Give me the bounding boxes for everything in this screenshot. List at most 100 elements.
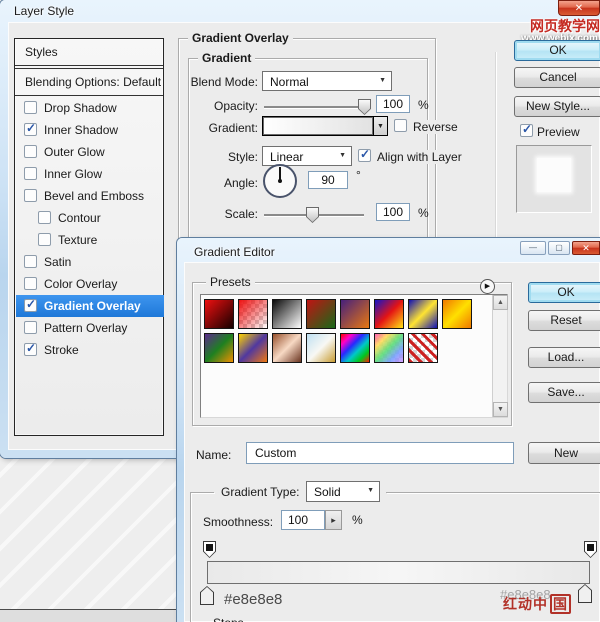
watermark-red-stamp: 红动中国: [503, 594, 571, 614]
gradient-preset-chrome-gold[interactable]: [306, 333, 336, 363]
checked-checkbox-icon[interactable]: [24, 123, 37, 136]
angle-center-dot: [278, 179, 282, 183]
gradient-overlay-group-title: Gradient Overlay: [188, 31, 293, 45]
unchecked-checkbox-icon[interactable]: [24, 145, 37, 158]
unchecked-checkbox-icon[interactable]: [24, 101, 37, 114]
gradient-swatch[interactable]: [262, 116, 374, 136]
unchecked-checkbox-icon[interactable]: [38, 211, 51, 224]
gradient-preset-red-to-black[interactable]: [204, 299, 234, 329]
gradient-type-dropdown[interactable]: Solid: [306, 481, 380, 502]
group-line: [190, 492, 191, 622]
unchecked-checkbox-icon[interactable]: [24, 167, 37, 180]
presets-scrollbar[interactable]: ▲ ▼: [492, 295, 507, 417]
gradient-preset-copper[interactable]: [272, 333, 302, 363]
smoothness-unit: %: [352, 513, 363, 527]
opacity-label: Opacity:: [150, 99, 258, 113]
new-button[interactable]: New: [528, 442, 600, 464]
style-item-bevel-and-emboss[interactable]: Bevel and Emboss: [16, 185, 164, 207]
style-dropdown[interactable]: Linear: [262, 146, 352, 166]
cancel-button[interactable]: Cancel: [514, 67, 600, 88]
unchecked-checkbox-icon[interactable]: [38, 233, 51, 246]
style-item-texture[interactable]: Texture: [16, 229, 164, 251]
gradient-preset-red-to-green[interactable]: [306, 299, 336, 329]
style-item-outer-glow[interactable]: Outer Glow: [16, 141, 164, 163]
save-button[interactable]: Save...: [528, 382, 600, 403]
preview-label: Preview: [537, 125, 580, 139]
style-item-drop-shadow[interactable]: Drop Shadow: [16, 97, 164, 119]
angle-input[interactable]: 90: [308, 171, 348, 189]
style-item-color-overlay[interactable]: Color Overlay: [16, 273, 164, 295]
checked-checkbox-icon[interactable]: [24, 343, 37, 356]
gradient-preset-violet-to-orange[interactable]: [340, 299, 370, 329]
align-with-layer-checkbox[interactable]: [358, 149, 371, 162]
gradient-editor-window: Gradient Editor — ▢ ✕ Presets ▶ ▲ ▼ Name…: [177, 238, 600, 622]
blend-mode-dropdown[interactable]: Normal: [262, 71, 392, 91]
gradient-preset-black-to-white[interactable]: [272, 299, 302, 329]
name-input[interactable]: Custom: [246, 442, 514, 464]
scale-label: Scale:: [150, 207, 258, 221]
unchecked-checkbox-icon[interactable]: [24, 277, 37, 290]
style-item-label: Outer Glow: [44, 145, 105, 159]
style-item-label: Bevel and Emboss: [44, 189, 144, 203]
styles-list: Drop Shadow Inner Shadow Outer Glow Inner G…: [15, 39, 165, 437]
gradient-preset-pastel-rainbow-transparent[interactable]: [374, 333, 404, 363]
checked-checkbox-icon[interactable]: [24, 299, 37, 312]
blend-mode-label: Blend Mode:: [150, 75, 258, 89]
gradient-preset-spectrum[interactable]: [340, 333, 370, 363]
gradient-preset-blue-red-yellow[interactable]: [374, 299, 404, 329]
align-with-layer-label: Align with Layer: [375, 150, 464, 164]
gradient-preset-blue-yellow-blue[interactable]: [408, 299, 438, 329]
style-item-satin[interactable]: Satin: [16, 251, 164, 273]
style-item-pattern-overlay[interactable]: Pattern Overlay: [16, 317, 164, 339]
gradient-swatch-arrow[interactable]: ▼: [373, 116, 388, 136]
ok-button[interactable]: OK: [528, 282, 600, 303]
style-item-label: Texture: [58, 233, 97, 247]
gradient-preset-violet-green-orange[interactable]: [204, 333, 234, 363]
style-item-label: Inner Shadow: [44, 123, 118, 137]
maximize-icon[interactable]: ▢: [548, 241, 570, 255]
gradient-preset-orange-yellow-orange[interactable]: [442, 299, 472, 329]
style-item-contour[interactable]: Contour: [16, 207, 164, 229]
unchecked-checkbox-icon[interactable]: [24, 321, 37, 334]
ok-button[interactable]: OK: [514, 40, 600, 61]
angle-dial[interactable]: [263, 164, 297, 198]
new-style-button[interactable]: New Style...: [514, 96, 600, 117]
smoothness-input[interactable]: 100: [281, 510, 325, 530]
load-button[interactable]: Load...: [528, 347, 600, 368]
scroll-up-icon[interactable]: ▲: [493, 295, 508, 310]
gradient-bar[interactable]: [207, 561, 590, 584]
minimize-icon[interactable]: —: [520, 241, 546, 255]
gradient-preset-red-to-transparent[interactable]: [238, 299, 268, 329]
close-icon[interactable]: ✕: [572, 241, 600, 255]
scale-input[interactable]: 100: [376, 203, 410, 221]
close-icon[interactable]: ✕: [558, 0, 600, 16]
reverse-checkbox[interactable]: [394, 119, 407, 132]
presets-menu-icon[interactable]: ▶: [480, 279, 495, 294]
style-item-inner-shadow[interactable]: Inner Shadow: [16, 119, 164, 141]
style-item-label: Inner Glow: [44, 167, 102, 181]
smoothness-spinner-icon[interactable]: ▸: [325, 510, 342, 530]
presets-group-title: Presets: [206, 275, 255, 289]
style-item-inner-glow[interactable]: Inner Glow: [16, 163, 164, 185]
style-item-label: Contour: [58, 211, 101, 225]
opacity-input[interactable]: 100: [376, 95, 410, 113]
unchecked-checkbox-icon[interactable]: [24, 189, 37, 202]
group-line: [190, 492, 214, 493]
watermark-red-stamp-text: 红动中: [503, 596, 548, 612]
opacity-slider-track[interactable]: [264, 106, 368, 108]
angle-unit: °: [356, 168, 361, 182]
smoothness-label: Smoothness:: [203, 515, 273, 529]
unchecked-checkbox-icon[interactable]: [24, 255, 37, 268]
screenshot-root: Layer Style ✕ 网页教学网 www.webjx.com Styles…: [0, 0, 600, 622]
angle-label: Angle:: [150, 176, 258, 190]
scroll-down-icon[interactable]: ▼: [493, 402, 508, 417]
reset-button[interactable]: Reset: [528, 310, 600, 331]
gradient-preset-yellow-violet-orange[interactable]: [238, 333, 268, 363]
blend-mode-value: Normal: [270, 75, 309, 89]
preview-checkbox[interactable]: [520, 124, 533, 137]
style-item-gradient-overlay[interactable]: Gradient Overlay: [16, 295, 164, 317]
opacity-unit: %: [418, 98, 429, 112]
gradient-preset-red-diagonal-stripes[interactable]: [408, 333, 438, 363]
style-item-stroke[interactable]: Stroke: [16, 339, 164, 361]
style-item-label: Stroke: [44, 343, 79, 357]
